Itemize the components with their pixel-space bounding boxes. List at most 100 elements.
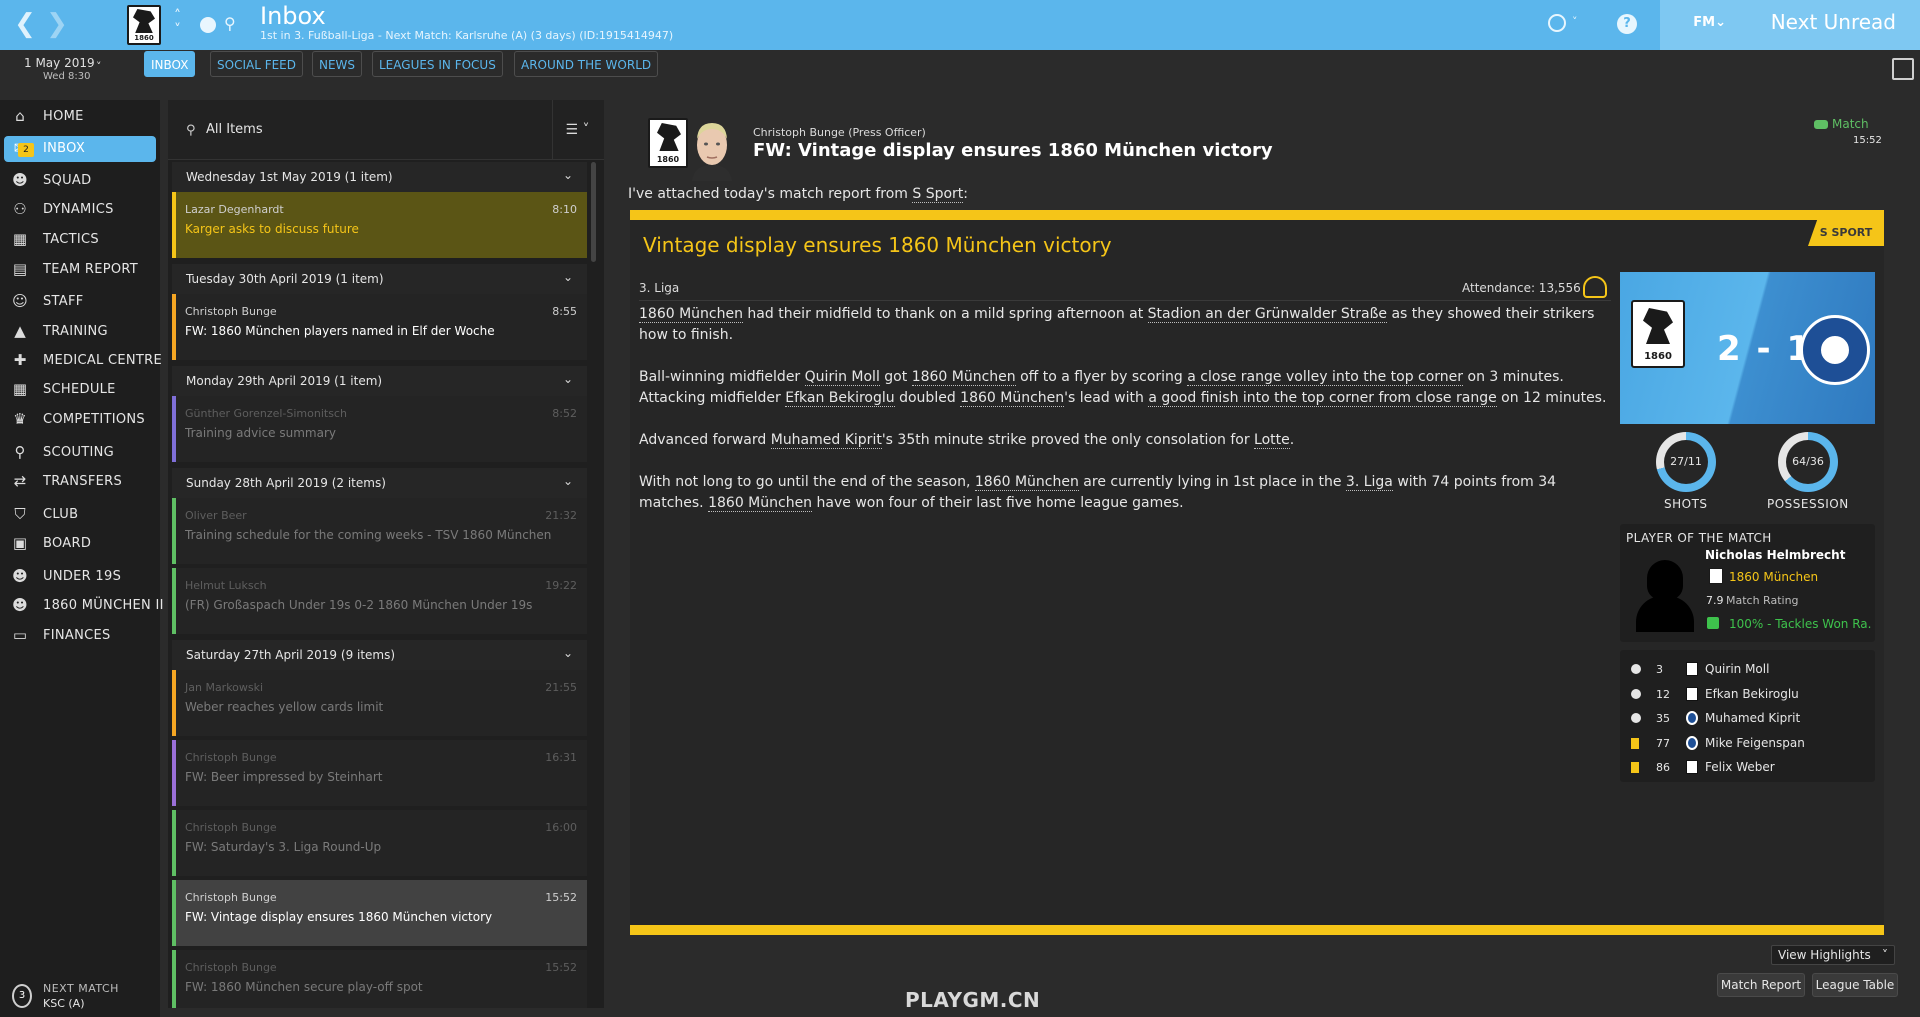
event-player[interactable]: Mike Feigenspan: [1705, 736, 1805, 750]
sidebar-item-scouting[interactable]: ⚲ SCOUTING: [0, 438, 160, 468]
match-event-row[interactable]: 35 Muhamed Kiprit: [1620, 707, 1875, 731]
report-link[interactable]: 3. Liga: [1345, 474, 1393, 491]
sidebar-item-home[interactable]: ⌂ HOME: [0, 102, 160, 132]
dropdown-circle-icon[interactable]: [200, 17, 216, 33]
sidebar-item-1860-m-nchen-ii[interactable]: ☻ 1860 MÜNCHEN II: [0, 591, 163, 621]
chevron-down-icon[interactable]: ˅: [174, 22, 181, 38]
club-crest[interactable]: 1860: [127, 5, 161, 45]
chevron-down-icon[interactable]: ⌄: [563, 270, 573, 284]
compose-icon[interactable]: [1892, 58, 1914, 80]
sidebar-item-label: SQUAD: [43, 173, 92, 188]
sidebar-item-under-19s[interactable]: ☻ UNDER 19S: [0, 562, 160, 592]
inbox-message-row[interactable]: Helmut Luksch (FR) Großaspach Under 19s 0…: [172, 568, 587, 634]
potm-name[interactable]: Nicholas Helmbrecht: [1705, 548, 1845, 562]
chevron-down-icon[interactable]: ⌄: [563, 474, 573, 488]
match-event-row[interactable]: 3 Quirin Moll: [1620, 658, 1875, 682]
search-icon[interactable]: ⚲: [224, 14, 236, 33]
report-link[interactable]: a good finish into the top corner from c…: [1148, 390, 1497, 407]
tab-inbox[interactable]: INBOX: [144, 51, 196, 77]
day-group-header[interactable]: Sunday 28th April 2019 (2 items) ⌄: [172, 468, 587, 498]
chevron-down-icon[interactable]: ⌄: [563, 168, 573, 182]
sidebar-item-club[interactable]: ⛉ CLUB: [0, 500, 160, 530]
chevron-down-icon[interactable]: ˅: [96, 60, 102, 73]
tab-social-feed[interactable]: SOCIAL FEED: [210, 51, 303, 77]
chevron-down-icon[interactable]: ⌄: [563, 646, 573, 660]
inbox-message-row[interactable]: Oliver Beer Training schedule for the com…: [172, 498, 587, 564]
chevron-down-icon[interactable]: ˅: [1572, 15, 1578, 28]
match-event-row[interactable]: 77 Mike Feigenspan: [1620, 732, 1875, 756]
tab-leagues-in-focus[interactable]: LEAGUES IN FOCUS: [372, 51, 503, 77]
sidebar-item-finances[interactable]: ▭ FINANCES: [0, 621, 160, 651]
day-group-header[interactable]: Saturday 27th April 2019 (9 items) ⌄: [172, 640, 587, 670]
sidebar-item-dynamics[interactable]: ⚇ DYNAMICS: [0, 195, 160, 225]
inbox-message-row[interactable]: Christoph Bunge FW: Saturday's 3. Liga Ro…: [172, 810, 587, 876]
weather-icon: [1583, 276, 1607, 298]
inbox-message-row[interactable]: Christoph Bunge FW: 1860 München players …: [172, 294, 587, 360]
help-icon[interactable]: ?: [1617, 14, 1637, 34]
report-link[interactable]: 1860 München: [911, 369, 1016, 386]
day-group-header[interactable]: Monday 29th April 2019 (1 item) ⌄: [172, 366, 587, 396]
report-link[interactable]: Quirin Moll: [804, 369, 880, 386]
sidebar-item-staff[interactable]: ☺ STAFF: [0, 287, 160, 317]
forward-arrow-icon[interactable]: ❯: [42, 9, 72, 39]
away-team-crest[interactable]: [1800, 315, 1870, 385]
filter-label[interactable]: All Items: [206, 122, 263, 137]
sidebar-item-medical-centre[interactable]: ✚ MEDICAL CENTRE: [0, 346, 162, 376]
scrollbar[interactable]: [591, 162, 596, 262]
match-event-row[interactable]: 12 Efkan Bekiroglu: [1620, 683, 1875, 707]
report-link[interactable]: Lotte: [1254, 432, 1290, 449]
event-player[interactable]: Muhamed Kiprit: [1705, 711, 1800, 725]
day-group-header[interactable]: Wednesday 1st May 2019 (1 item) ⌄: [172, 162, 587, 192]
event-player[interactable]: Efkan Bekiroglu: [1705, 687, 1799, 701]
sidebar-item-competitions[interactable]: ♛ COMPETITIONS: [0, 405, 160, 435]
sidebar-item-team-report[interactable]: ▤ TEAM REPORT: [0, 255, 160, 285]
inbox-message-row[interactable]: Christoph Bunge FW: Vintage display ensur…: [172, 880, 587, 946]
home-team-crest[interactable]: 1860: [1631, 300, 1685, 368]
chevron-down-icon[interactable]: ⌄: [563, 372, 573, 386]
event-player[interactable]: Quirin Moll: [1705, 662, 1769, 676]
match-report-button[interactable]: Match Report: [1717, 973, 1805, 997]
report-link[interactable]: 1860 München: [974, 474, 1079, 491]
view-highlights-select[interactable]: View Highlights ˅: [1771, 945, 1895, 965]
report-link[interactable]: 1860 München: [960, 390, 1065, 407]
inbox-message-row[interactable]: Christoph Bunge FW: Beer impressed by Ste…: [172, 740, 587, 806]
back-arrow-icon[interactable]: ❮: [10, 9, 40, 39]
globe-icon[interactable]: [1548, 14, 1566, 32]
sidebar-item-squad[interactable]: ☻ SQUAD: [0, 166, 160, 196]
sidebar-item-training[interactable]: ▲ TRAINING: [0, 317, 160, 347]
player-silhouette-icon[interactable]: [1647, 560, 1683, 600]
youth-icon: ☻: [12, 567, 28, 585]
tab-news[interactable]: NEWS: [312, 51, 363, 77]
sidebar-item-transfers[interactable]: ⇄ TRANSFERS: [0, 467, 160, 497]
inbox-message-row[interactable]: Lazar Degenhardt Karger asks to discuss f…: [172, 192, 587, 258]
report-link[interactable]: Muhamed Kiprit: [770, 432, 882, 449]
report-link[interactable]: 1860 München: [639, 306, 743, 323]
inbox-message-row[interactable]: Günther Gorenzel-Simonitsch Training advi…: [172, 396, 587, 462]
report-link[interactable]: Stadion an der Grünwalder Straße: [1147, 306, 1388, 323]
next-match-value[interactable]: KSC (A): [43, 997, 84, 1010]
inbox-message-row[interactable]: Jan Markowski Weber reaches yellow cards …: [172, 670, 587, 736]
list-menu-button[interactable]: ☰ ˅: [552, 100, 602, 160]
sidebar-item-schedule[interactable]: ▦ SCHEDULE: [0, 375, 160, 405]
report-link[interactable]: a close range volley into the top corner: [1187, 369, 1464, 386]
game-date[interactable]: 1 May 2019: [24, 56, 95, 70]
report-link[interactable]: Efkan Bekiroglu: [785, 390, 895, 407]
report-link[interactable]: 1860 München: [708, 495, 813, 512]
competition-name[interactable]: 3. Liga: [639, 281, 679, 295]
sender-portrait[interactable]: [688, 115, 736, 181]
league-table-button[interactable]: League Table: [1812, 973, 1898, 997]
inbox-message-row[interactable]: Christoph Bunge FW: 1860 München secure p…: [172, 950, 587, 1008]
sidebar-item-board[interactable]: ▣ BOARD: [0, 529, 160, 559]
source-link[interactable]: S Sport: [912, 186, 964, 203]
fm-menu-button[interactable]: FM⌄: [1693, 15, 1726, 30]
message-from[interactable]: Christoph Bunge (Press Officer): [753, 126, 926, 139]
next-match-label[interactable]: NEXT MATCH: [43, 982, 119, 995]
next-unread-button[interactable]: Next Unread: [1771, 10, 1896, 34]
day-group-header[interactable]: Tuesday 30th April 2019 (1 item) ⌄: [172, 264, 587, 294]
next-match-icon[interactable]: 3: [12, 984, 32, 1008]
potm-club[interactable]: 1860 München: [1729, 570, 1818, 584]
tab-around-the-world[interactable]: AROUND THE WORLD: [514, 51, 659, 77]
match-event-row[interactable]: 86 Felix Weber: [1620, 756, 1875, 780]
event-player[interactable]: Felix Weber: [1705, 760, 1775, 774]
sidebar-item-tactics[interactable]: ▦ TACTICS: [0, 225, 160, 255]
